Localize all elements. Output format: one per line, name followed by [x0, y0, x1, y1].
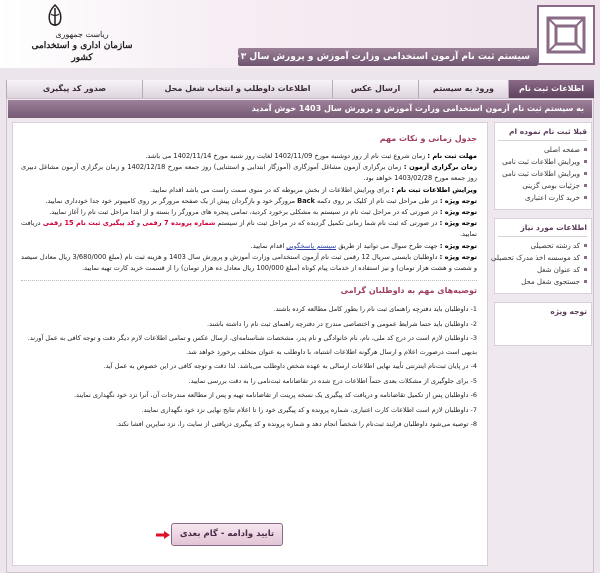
sidebar-item-label: کد عنوان شغل [537, 266, 580, 274]
notice-edit-info: ویرایش اطلاعات ثبت نام : برای ویرایش اطل… [21, 185, 477, 196]
notice-text: مرورگر خود و بازگردان پیش از یک صفحه مرو… [45, 196, 298, 205]
bullet-icon [584, 280, 587, 283]
section-title: توصیه‌های مهم به داوطلبان گرامی [340, 286, 477, 296]
notice-label: توجه ویژه : [439, 196, 477, 205]
notice-text: برای ویرایش اطلاعات از بخش مربوطه که در … [149, 185, 392, 194]
sidebar-item-job-search[interactable]: جستجوی شغل محل [498, 276, 587, 288]
tab-send-photo[interactable]: ارسال عکس [332, 80, 418, 98]
brand-line2: سازمان اداری و استخدامی کشور [31, 41, 133, 63]
bullet-icon [584, 268, 587, 271]
notice-text: زمان شروع ثبت نام از روز دوشنبه مورخ 140… [145, 152, 428, 160]
sidebar-heading: اطلاعات مورد نیاز [498, 222, 587, 237]
system-title: سیستم ثبت نام آزمون استخدامی وزارت آموزش… [238, 48, 538, 66]
sidebar-box-required-info: اطلاعات مورد نیاز کد رشته تحصیلی کد موسس… [491, 218, 592, 294]
list-item: 6- داوطلبان پس از تکمیل تقاضانامه و دریا… [73, 391, 477, 400]
sidebar-item-label: کد رشته تحصیلی [530, 242, 580, 250]
sidebar-item-label: جستجوی شغل محل [521, 278, 580, 286]
notice-text: اقدام نمایید. [250, 241, 287, 250]
bullet-icon [584, 160, 587, 163]
arrow-right-icon [156, 531, 170, 539]
sidebar-item-label: جزئیات بومی گزینی [522, 182, 580, 190]
confirm-next-step-button[interactable]: تایید وادامه - گام بعدی [171, 523, 283, 546]
government-emblem-icon [48, 4, 62, 26]
notice-text: در صورتی که ثبت نام شما زمانی تکمیل گردی… [215, 219, 440, 228]
welcome-bar: به سیستم ثبت نام آزمون استخدامی وزارت آم… [8, 100, 592, 118]
support-system-link[interactable]: سیستم پاسخگویی [286, 242, 336, 250]
tab-applicant-info[interactable]: اطلاعات داوطلب و انتخاب شغل محل [142, 80, 332, 98]
list-item: 1- داوطلبان باید دفترچه راهنمای ثبت نام … [273, 305, 477, 314]
sidebar-item-edit-info[interactable]: ویرایش اطلاعات ثبت نامی [498, 156, 587, 168]
sidebar-item-label: صفحه اصلی [543, 146, 580, 154]
recommendations-list: 1- داوطلبان باید دفترچه راهنمای ثبت نام … [21, 303, 477, 432]
notice-label: ویرایش اطلاعات ثبت نام : [391, 185, 477, 194]
site-logo-icon [537, 5, 595, 65]
notice-text: داوطلبان بایستی سریال 12 رقمی ثبت نام آز… [21, 252, 477, 273]
page-header: سیستم ثبت نام آزمون استخدامی وزارت آموزش… [0, 0, 600, 68]
list-item: 3- داوطلبان لازم است در درج کد ملی، نام،… [27, 334, 477, 356]
notice-fee: توجه ویژه : داوطلبان بایستی سریال 12 رقم… [21, 252, 477, 274]
bullet-icon [584, 172, 587, 175]
sidebar-item-label: ویرایش اطلاعات ثبت نامی [502, 158, 580, 166]
sidebar-item-home[interactable]: صفحه اصلی [498, 144, 587, 156]
sidebar: قبلا ثبت نام نموده ام صفحه اصلی ویرایش ا… [491, 122, 592, 354]
list-item: 7- داوطلبان لازم است اطلاعات کارت اعتبار… [141, 405, 477, 414]
sidebar-item-buy-card[interactable]: خرید کارت اعتباری [498, 192, 587, 204]
notice-support: توجه ویژه : جهت طرح سوال می توانید از طر… [21, 241, 477, 252]
file-number-highlight: شماره پرونده 7 رقمی [142, 219, 216, 228]
notice-label: توجه ویژه : [439, 241, 477, 250]
bullet-icon [584, 244, 587, 247]
brand-text: ریاست جمهوری سازمان اداری و استخدامی کشو… [22, 30, 142, 64]
notice-problem: توجه ویژه : در صورتی که در مراحل ثبت نام… [21, 207, 477, 218]
sidebar-item-edit-info-2[interactable]: ویرایش اطلاعات ثبت نامی [498, 168, 587, 180]
notice-text: در صورتی که در مراحل ثبت نام در سیستم به… [49, 208, 440, 217]
list-item: 8- توصیه می‌شود داوطلبان فرایند ثبت‌نام … [115, 420, 477, 429]
sidebar-box-special-note: توجه ویژه [494, 302, 592, 346]
main-nav: اطلاعات ثبت نام ورود به سیستم ارسال عکس … [6, 80, 594, 98]
notice-label: توجه ویژه : [439, 219, 477, 228]
sidebar-item-native-details[interactable]: جزئیات بومی گزینی [498, 180, 587, 192]
sidebar-item-label: کد موسسه اخذ مدرک تحصیلی [491, 254, 580, 262]
brand-line1: ریاست جمهوری [55, 30, 109, 39]
bullet-icon [584, 148, 587, 151]
notice-label: توجه ویژه : [439, 252, 477, 261]
bullet-icon [584, 196, 587, 199]
tab-tracking-code[interactable]: صدور کد پیگیری [6, 80, 142, 98]
notice-label: توجه ویژه : [439, 208, 477, 217]
sidebar-heading: توجه ویژه [550, 307, 587, 316]
tab-registration-info[interactable]: اطلاعات ثبت نام [508, 80, 594, 98]
tab-login[interactable]: ورود به سیستم [418, 80, 508, 98]
sidebar-item-label: ویرایش اطلاعات ثبت نامی [502, 170, 580, 178]
notice-text: در طی مراحل ثبت نام از کلیک بر روی دکمه [314, 196, 440, 205]
notice-exam-date: زمان برگزاری آزمون : زمان برگزاری آزمون … [21, 162, 477, 184]
list-item: 2- داوطلبان باید حتما شرایط عمومی و اختص… [207, 319, 477, 328]
tracking-code-highlight: کد پیگیری ثبت نام 15 رقمی [42, 219, 135, 228]
sidebar-item-field-code[interactable]: کد رشته تحصیلی [498, 240, 587, 252]
content-panel: جدول زمانی و نکات مهم مهلت ثبت نام : زما… [12, 122, 488, 566]
notice-text: جهت طرح سوال می توانید از طریق [336, 241, 440, 250]
divider [21, 280, 477, 282]
sidebar-item-institute-code[interactable]: کد موسسه اخذ مدرک تحصیلی [491, 252, 587, 264]
notice-back-button: توجه ویژه : در طی مراحل ثبت نام از کلیک … [21, 196, 477, 207]
notice-label: مهلت ثبت نام : [427, 152, 477, 160]
list-item: 5- برای جلوگیری از مشکلات بعدی حتماً اطل… [188, 376, 478, 385]
back-keyword: Back [297, 196, 315, 205]
sidebar-item-job-code[interactable]: کد عنوان شغل [498, 264, 587, 276]
notice-file-number: توجه ویژه : در صورتی که ثبت نام شما زمان… [21, 218, 477, 240]
list-item: 4- در پایان ثبت‌نام اینترنتی تأیید نهایی… [103, 362, 478, 371]
notice-registration-deadline: مهلت ثبت نام : زمان شروع ثبت نام از روز … [21, 151, 477, 162]
notice-label: زمان برگزاری آزمون : [403, 163, 477, 172]
sidebar-heading: قبلا ثبت نام نموده ام [498, 126, 587, 141]
bullet-icon [584, 184, 587, 187]
sidebar-box-registered: قبلا ثبت نام نموده ام صفحه اصلی ویرایش ا… [494, 122, 592, 210]
section-title: جدول زمانی و نکات مهم [379, 134, 477, 143]
bullet-icon [584, 256, 587, 259]
sidebar-item-label: خرید کارت اعتباری [524, 194, 580, 202]
